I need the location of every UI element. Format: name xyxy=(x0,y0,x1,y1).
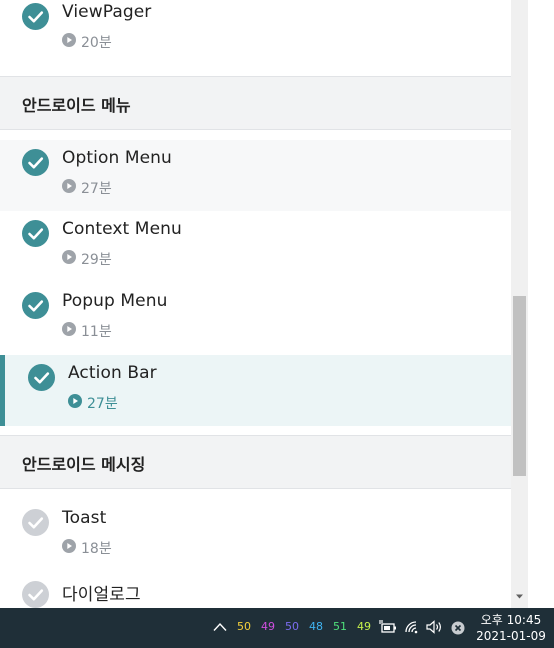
scrollbar-thumb[interactable] xyxy=(513,296,526,476)
play-icon xyxy=(62,539,76,553)
section-title: 안드로이드 메뉴 xyxy=(22,96,131,115)
network-icon[interactable] xyxy=(404,620,420,634)
lesson-item[interactable]: ViewPager 20분 xyxy=(0,0,511,65)
curriculum-panel: ViewPager 20분 안드로이드 메뉴 Option Menu 27분 C… xyxy=(0,0,511,608)
duration-text: 27분 xyxy=(81,181,112,197)
duration-text: 18분 xyxy=(81,541,112,557)
section-title: 안드로이드 메시징 xyxy=(22,455,146,474)
scroll-down-arrow-icon[interactable] xyxy=(515,592,524,601)
lesson-title: Context Menu xyxy=(62,219,182,239)
duration-text: 11분 xyxy=(81,324,112,340)
clock-time[interactable]: 오후 10:45 xyxy=(470,611,552,628)
check-icon xyxy=(22,509,49,536)
check-icon xyxy=(28,364,55,391)
lesson-title: 다이얼로그 xyxy=(62,585,141,605)
duration-text: 27분 xyxy=(87,396,118,412)
taskbar: 50 49 50 48 51 49 오후 10:45 2021-01-09 xyxy=(0,608,554,648)
counter-5: 49 xyxy=(357,620,371,633)
play-icon xyxy=(62,179,76,193)
lesson-item-current[interactable]: Action Bar 27분 xyxy=(0,355,511,426)
volume-icon[interactable] xyxy=(426,620,444,634)
lesson-item[interactable]: Toast 18분 xyxy=(0,500,511,571)
lesson-title: Option Menu xyxy=(62,148,172,168)
counter-2: 50 xyxy=(285,620,299,633)
lesson-title: Toast xyxy=(62,508,107,528)
lesson-title: Action Bar xyxy=(68,363,157,383)
lesson-item[interactable]: Popup Menu 11분 xyxy=(0,283,511,354)
lesson-item[interactable]: Context Menu 29분 xyxy=(0,211,511,282)
lesson-item[interactable]: Option Menu 27분 xyxy=(0,140,511,211)
section-header[interactable]: 안드로이드 메뉴 xyxy=(0,76,511,130)
lesson-title: ViewPager xyxy=(62,2,152,22)
play-icon xyxy=(68,394,82,408)
close-circle-icon[interactable] xyxy=(451,621,465,635)
section-header[interactable]: 안드로이드 메시징 xyxy=(0,435,511,489)
battery-charging-icon[interactable] xyxy=(379,620,397,634)
play-icon xyxy=(62,322,76,336)
counter-0: 50 xyxy=(237,620,251,633)
duration-text: 20분 xyxy=(81,35,112,51)
clock-date[interactable]: 2021-01-09 xyxy=(470,629,552,643)
chevron-up-icon[interactable] xyxy=(213,622,227,632)
duration-text: 29분 xyxy=(81,252,112,268)
check-icon xyxy=(22,149,49,176)
play-icon xyxy=(62,33,76,47)
counter-4: 51 xyxy=(333,620,347,633)
window-margin xyxy=(528,0,554,608)
lesson-title: Popup Menu xyxy=(62,291,168,311)
lesson-item[interactable]: 다이얼로그 xyxy=(0,572,511,608)
counter-3: 48 xyxy=(309,620,323,633)
scrollbar[interactable] xyxy=(511,0,528,608)
check-icon xyxy=(22,581,49,608)
check-icon xyxy=(22,3,49,30)
play-icon xyxy=(62,250,76,264)
check-icon xyxy=(22,220,49,247)
check-icon xyxy=(22,292,49,319)
active-indicator xyxy=(0,355,5,426)
counter-1: 49 xyxy=(261,620,275,633)
